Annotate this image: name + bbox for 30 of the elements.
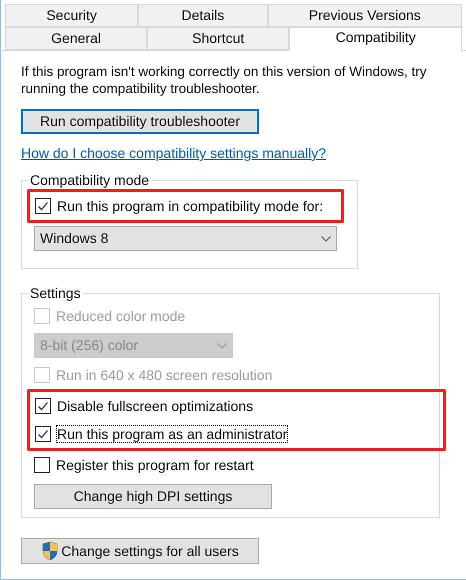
dropdown-value: 8-bit (256) color: [40, 336, 138, 355]
checkbox-label: Run this program as an administrator: [56, 425, 288, 443]
all-users-button[interactable]: Change settings for all users: [21, 538, 259, 564]
tab[interactable]: Shortcut: [147, 27, 290, 50]
check-icon: [37, 400, 49, 412]
check-icon: [37, 428, 49, 440]
dropdown-value: Windows 8: [40, 229, 108, 248]
help-link[interactable]: How do I choose compatibility settings manually?: [21, 145, 326, 161]
checkbox-label: Disable fullscreen optimizations: [56, 397, 254, 415]
chevron-down-icon: [321, 236, 331, 242]
check-icon: [37, 200, 49, 212]
tab[interactable]: Previous Versions: [268, 4, 462, 27]
tab[interactable]: General: [5, 27, 148, 50]
checkbox[interactable]: [35, 398, 51, 414]
dropdown[interactable]: Windows 8: [34, 226, 337, 251]
troubleshooter-button[interactable]: Run compatibility troubleshooter: [21, 109, 259, 134]
intro-text: If this program isn't working correctly on this version of Windows, try running the compatibility troubleshooter.: [21, 63, 428, 97]
tab[interactable]: Compatibility: [289, 27, 462, 51]
checkbox-label: Run in 640 x 480 screen resolution: [55, 366, 274, 384]
checkbox[interactable]: [35, 426, 51, 442]
chevron-down-icon: [217, 342, 227, 348]
dpi-settings-button[interactable]: Change high DPI settings: [34, 484, 272, 509]
checkbox[interactable]: [34, 457, 50, 473]
checkbox-label: Register this program for restart: [55, 456, 255, 474]
shield-icon: [41, 541, 60, 561]
checkbox-label: Run this program in compatibility mode for:: [56, 197, 324, 215]
tab[interactable]: Details: [138, 4, 268, 27]
tab[interactable]: Security: [5, 4, 138, 27]
checkbox-label: Reduced color mode: [55, 307, 186, 325]
checkbox[interactable]: [35, 198, 51, 214]
